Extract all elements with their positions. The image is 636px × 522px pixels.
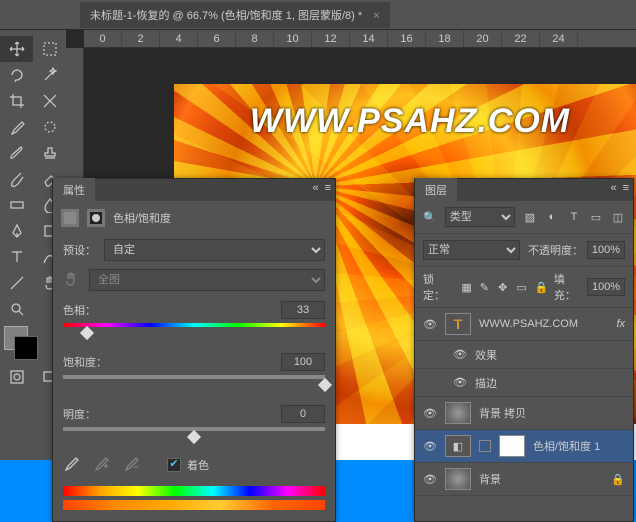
- layer-text[interactable]: 👁 T WWW.PSAHZ.COM fx: [415, 308, 633, 341]
- crop-tool[interactable]: [0, 88, 33, 114]
- link-icon[interactable]: [479, 440, 491, 452]
- fx-badge[interactable]: fx: [616, 318, 625, 330]
- layer-hue-sat[interactable]: 👁 ◧ 色相/饱和度 1: [415, 430, 633, 463]
- eyedropper-tool[interactable]: [0, 114, 33, 140]
- document-title: 未标题-1-恢复的 @ 66.7% (色相/饱和度 1, 图层蒙版/8) *: [90, 10, 362, 22]
- saturation-slider[interactable]: [63, 375, 325, 383]
- gradient-tool[interactable]: [0, 192, 33, 218]
- close-tab-icon[interactable]: ×: [373, 10, 379, 22]
- saturation-input[interactable]: [281, 353, 325, 371]
- layer-thumb: [445, 402, 471, 424]
- layer-bg-copy[interactable]: 👁 背景 拷贝: [415, 397, 633, 430]
- saturation-label: 饱和度：: [63, 354, 107, 370]
- zoom-tool[interactable]: [0, 296, 33, 322]
- panel-collapse-icon[interactable]: «: [312, 182, 318, 194]
- lock-artboard-icon[interactable]: ▭: [516, 281, 527, 293]
- mask-icon: [87, 209, 105, 227]
- visibility-icon[interactable]: 👁: [453, 348, 467, 361]
- pen-tool[interactable]: [0, 218, 33, 244]
- opacity-label: 不透明度：: [528, 242, 583, 258]
- adjustment-icon: [61, 209, 79, 227]
- visibility-icon[interactable]: 👁: [423, 407, 437, 420]
- lock-label: 锁定：: [423, 271, 454, 303]
- slice-tool[interactable]: [33, 88, 66, 114]
- hue-input[interactable]: [281, 301, 325, 319]
- lasso-tool[interactable]: [0, 62, 33, 88]
- visibility-icon[interactable]: 👁: [423, 440, 437, 453]
- filter-type-icon[interactable]: T: [567, 210, 581, 224]
- gradient-preview: [63, 486, 325, 510]
- eyedropper-subtract-icon[interactable]: [123, 455, 139, 474]
- colorize-label: 着色: [187, 457, 209, 473]
- history-brush-tool[interactable]: [0, 166, 33, 192]
- text-layer-icon: T: [445, 313, 471, 335]
- brush-tool[interactable]: [0, 140, 33, 166]
- layer-thumb: [445, 468, 471, 490]
- layer-effects[interactable]: 👁 效果: [415, 341, 633, 369]
- properties-panel: 属性 « ≡ 色相/饱和度 预设： 自定 全图 色相： 饱和度： 明度： ✔ 着色: [52, 178, 336, 522]
- lock-position-icon[interactable]: ✥: [498, 281, 509, 293]
- lightness-label: 明度：: [63, 406, 96, 422]
- background-swatch[interactable]: [14, 336, 38, 360]
- filter-type-select[interactable]: 类型: [445, 207, 515, 227]
- document-tab[interactable]: 未标题-1-恢复的 @ 66.7% (色相/饱和度 1, 图层蒙版/8) * ×: [80, 2, 390, 28]
- move-tool[interactable]: [0, 36, 33, 62]
- filter-pixel-icon[interactable]: ▧: [523, 210, 537, 224]
- lock-brush-icon[interactable]: ✎: [480, 281, 491, 293]
- colorize-checkbox[interactable]: ✔: [167, 458, 181, 472]
- fill-input[interactable]: [587, 278, 625, 296]
- stamp-tool[interactable]: [33, 140, 66, 166]
- opacity-input[interactable]: [587, 241, 625, 259]
- visibility-icon[interactable]: 👁: [423, 318, 437, 331]
- panel-collapse-icon[interactable]: «: [610, 182, 616, 194]
- layer-bg[interactable]: 👁 背景 🔒: [415, 463, 633, 496]
- filter-icon[interactable]: 🔍: [423, 211, 437, 224]
- ruler-horizontal: 024681012141618202224: [84, 30, 636, 48]
- quickmask-tool[interactable]: [0, 364, 33, 390]
- hue-label: 色相：: [63, 302, 96, 318]
- properties-tab[interactable]: 属性: [53, 178, 95, 202]
- eyedropper-add-icon[interactable]: [93, 455, 109, 474]
- filter-smart-icon[interactable]: ◫: [611, 210, 625, 224]
- panel-menu-icon[interactable]: ≡: [325, 182, 331, 194]
- layers-panel: 图层 «≡ 🔍 类型 ▧ ◐ T ▭ ◫ 正常 不透明度： 锁定： ▦ ✎ ✥ …: [414, 178, 634, 522]
- type-tool[interactable]: [0, 244, 33, 270]
- eyedropper-icon[interactable]: [63, 455, 79, 474]
- lock-icon: 🔒: [611, 473, 625, 486]
- scrubby-icon[interactable]: [63, 271, 81, 289]
- adjustment-thumb: ◧: [445, 435, 471, 457]
- lock-pixels-icon[interactable]: ▦: [461, 281, 472, 293]
- artwork-text: WWW.PSAHZ.COM: [174, 102, 636, 141]
- layer-stroke[interactable]: 👁 描边: [415, 369, 633, 397]
- blend-mode-select[interactable]: 正常: [423, 240, 520, 260]
- wand-tool[interactable]: [33, 62, 66, 88]
- filter-shape-icon[interactable]: ▭: [589, 210, 603, 224]
- lock-all-icon[interactable]: 🔒: [535, 281, 547, 293]
- filter-adjust-icon[interactable]: ◐: [545, 210, 559, 224]
- patch-tool[interactable]: [33, 114, 66, 140]
- adjustment-title: 色相/饱和度: [113, 210, 171, 226]
- preset-label: 预设：: [63, 242, 96, 258]
- line-tool[interactable]: [0, 270, 33, 296]
- layers-tab[interactable]: 图层: [415, 178, 457, 202]
- preset-select[interactable]: 自定: [104, 239, 325, 261]
- lightness-slider[interactable]: [63, 427, 325, 435]
- layer-mask-thumb[interactable]: [499, 435, 525, 457]
- hue-slider[interactable]: [63, 323, 325, 331]
- fill-label: 填充：: [554, 271, 583, 303]
- panel-menu-icon[interactable]: ≡: [623, 182, 629, 194]
- range-select[interactable]: 全图: [89, 269, 325, 291]
- marquee-tool[interactable]: [33, 36, 66, 62]
- lightness-input[interactable]: [281, 405, 325, 423]
- visibility-icon[interactable]: 👁: [423, 473, 437, 486]
- visibility-icon[interactable]: 👁: [453, 376, 467, 389]
